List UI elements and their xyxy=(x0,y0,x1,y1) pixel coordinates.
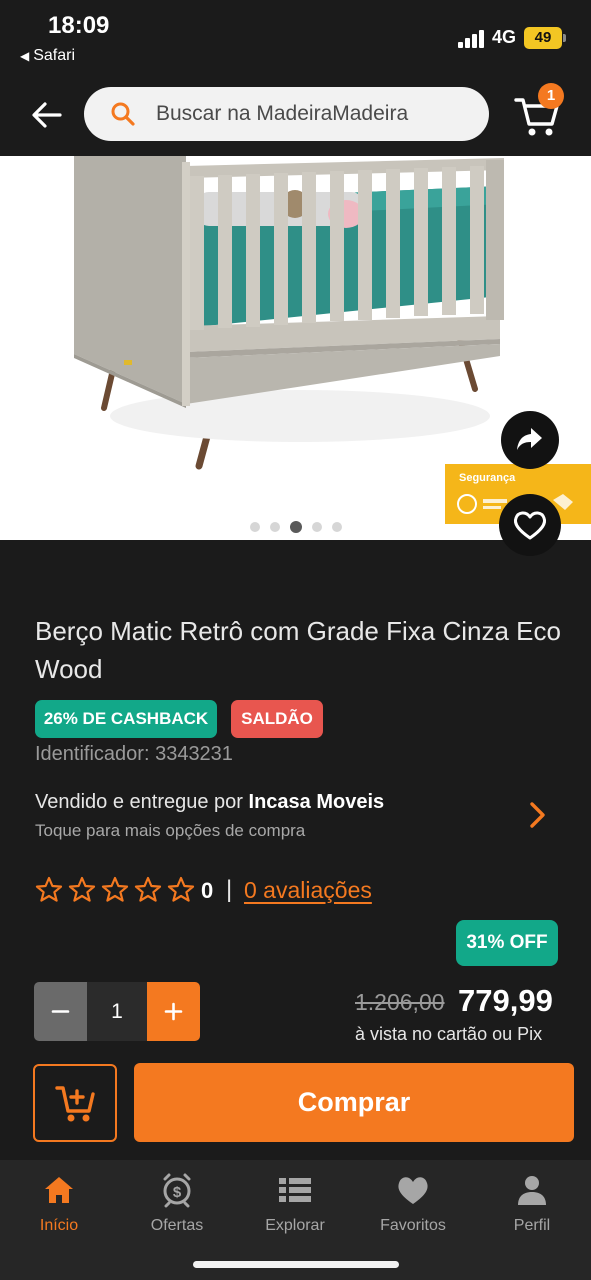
status-time: 18:09 xyxy=(48,12,110,39)
nav-item-perfil[interactable]: Perfil xyxy=(473,1168,591,1238)
home-icon xyxy=(45,1177,73,1203)
seller-prefix: Vendido e entregue por xyxy=(35,791,243,813)
star-icon xyxy=(134,876,162,902)
plus-icon xyxy=(164,1002,183,1021)
svg-text:$: $ xyxy=(173,1184,182,1201)
nav-item-favoritos[interactable]: Favoritos xyxy=(354,1168,472,1238)
quantity-stepper: 1 xyxy=(34,982,200,1041)
cart-plus-icon xyxy=(55,1086,95,1122)
search-input[interactable]: Buscar na MadeiraMadeira xyxy=(84,87,489,141)
share-button[interactable] xyxy=(501,411,559,469)
carousel-dot-active[interactable] xyxy=(290,521,302,533)
back-to-safari-link[interactable]: ◀ Safari xyxy=(20,47,75,65)
rating-row: 0 | 0 avaliações xyxy=(35,874,435,908)
back-arrow-icon[interactable] xyxy=(30,98,64,132)
chevron-right-icon xyxy=(530,802,545,828)
discount-badge: 31% OFF xyxy=(456,920,558,966)
buy-button[interactable]: Comprar xyxy=(134,1063,574,1142)
quantity-increase-button[interactable] xyxy=(147,982,200,1041)
status-bar: 18:09 ◀ Safari 4G 49 xyxy=(0,0,591,80)
back-app-label: Safari xyxy=(33,47,76,64)
carousel-dot[interactable] xyxy=(332,522,342,532)
cashback-badge: 26% DE CASHBACK xyxy=(35,700,217,738)
minus-icon xyxy=(51,1010,70,1013)
nav-label: Início xyxy=(39,1217,79,1234)
sale-badge: SALDÃO xyxy=(231,700,323,738)
star-icon xyxy=(101,876,129,902)
quantity-decrease-button[interactable] xyxy=(34,982,87,1041)
product-title: Berço Matic Retrô com Grade Fixa Cinza E… xyxy=(35,616,561,684)
seller-options-row[interactable]: Vendido e entregue por Incasa Moveis Toq… xyxy=(0,786,591,846)
user-icon xyxy=(518,1176,546,1205)
seller-line: Vendido e entregue por Incasa Moveis xyxy=(35,791,384,814)
seller-name: Incasa Moveis xyxy=(248,791,385,813)
nav-label: Favoritos xyxy=(380,1217,446,1234)
star-icon xyxy=(167,876,195,902)
nav-label: Ofertas xyxy=(150,1217,204,1234)
product-image-carousel[interactable]: Segurança xyxy=(0,156,591,540)
favorite-button[interactable] xyxy=(499,494,561,556)
price-note: à vista no cartão ou Pix xyxy=(355,1024,543,1044)
rating-value: 0 xyxy=(201,878,214,903)
star-icon xyxy=(68,876,96,902)
star-icon xyxy=(35,876,63,902)
heart-icon xyxy=(398,1177,428,1204)
carousel-dot[interactable] xyxy=(250,522,260,532)
old-price: 1.206,00 xyxy=(355,989,445,1015)
rating-separator: | xyxy=(226,876,233,903)
signal-icon xyxy=(458,30,486,48)
nav-label: Explorar xyxy=(265,1217,325,1234)
heart-outline-icon xyxy=(513,511,547,540)
search-placeholder: Buscar na MadeiraMadeira xyxy=(156,102,409,125)
search-icon xyxy=(111,102,135,126)
current-price: 779,99 xyxy=(458,983,553,1018)
battery-icon: 49 xyxy=(524,27,566,49)
reviews-link[interactable]: 0 avaliações xyxy=(244,877,372,904)
top-header: Buscar na MadeiraMadeira 1 xyxy=(0,80,591,156)
carousel-dot[interactable] xyxy=(270,522,280,532)
back-triangle-icon: ◀ xyxy=(20,49,30,63)
nav-item-inicio[interactable]: Início xyxy=(0,1168,118,1238)
list-icon xyxy=(279,1178,311,1202)
network-label: 4G xyxy=(492,27,517,47)
add-to-cart-button[interactable] xyxy=(33,1064,117,1142)
home-indicator xyxy=(193,1261,399,1268)
seller-subtitle: Toque para mais opções de compra xyxy=(35,821,306,840)
nav-item-explorar[interactable]: Explorar xyxy=(236,1168,354,1238)
share-arrow-icon xyxy=(517,428,542,450)
alarm-dollar-icon: $ xyxy=(163,1173,191,1208)
cart-count-badge: 1 xyxy=(538,83,564,109)
quantity-value[interactable]: 1 xyxy=(87,982,147,1041)
carousel-dot[interactable] xyxy=(312,522,322,532)
product-identifier: Identificador: 3343231 xyxy=(35,743,233,765)
nav-label: Perfil xyxy=(513,1217,551,1234)
nav-item-ofertas[interactable]: $ Ofertas xyxy=(118,1168,236,1238)
star-rating-icons xyxy=(35,876,195,902)
